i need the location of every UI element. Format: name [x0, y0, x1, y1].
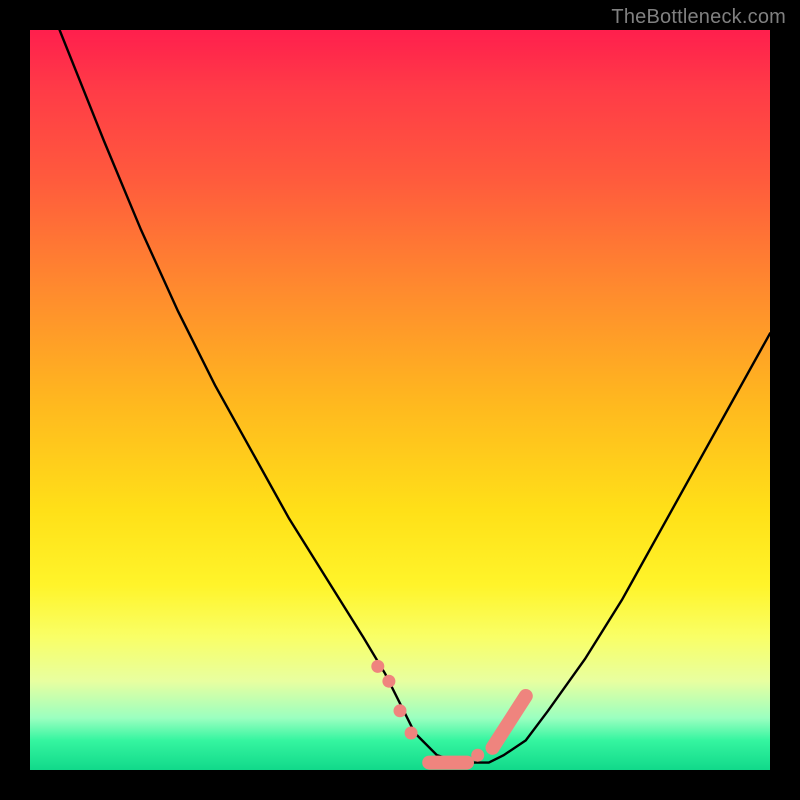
pink-dots-left	[405, 727, 418, 740]
curve-layer	[30, 30, 770, 770]
chart-frame: TheBottleneck.com	[0, 0, 800, 800]
watermark-text: TheBottleneck.com	[611, 6, 786, 29]
pink-pill-bottom	[422, 756, 474, 770]
pink-dots-left	[371, 660, 384, 673]
pink-dots-left	[382, 675, 395, 688]
pink-dots-left	[394, 704, 407, 717]
pink-pill-right	[493, 696, 526, 748]
bottleneck-curve	[60, 30, 770, 763]
plot-area	[30, 30, 770, 770]
markers-group	[371, 660, 526, 770]
